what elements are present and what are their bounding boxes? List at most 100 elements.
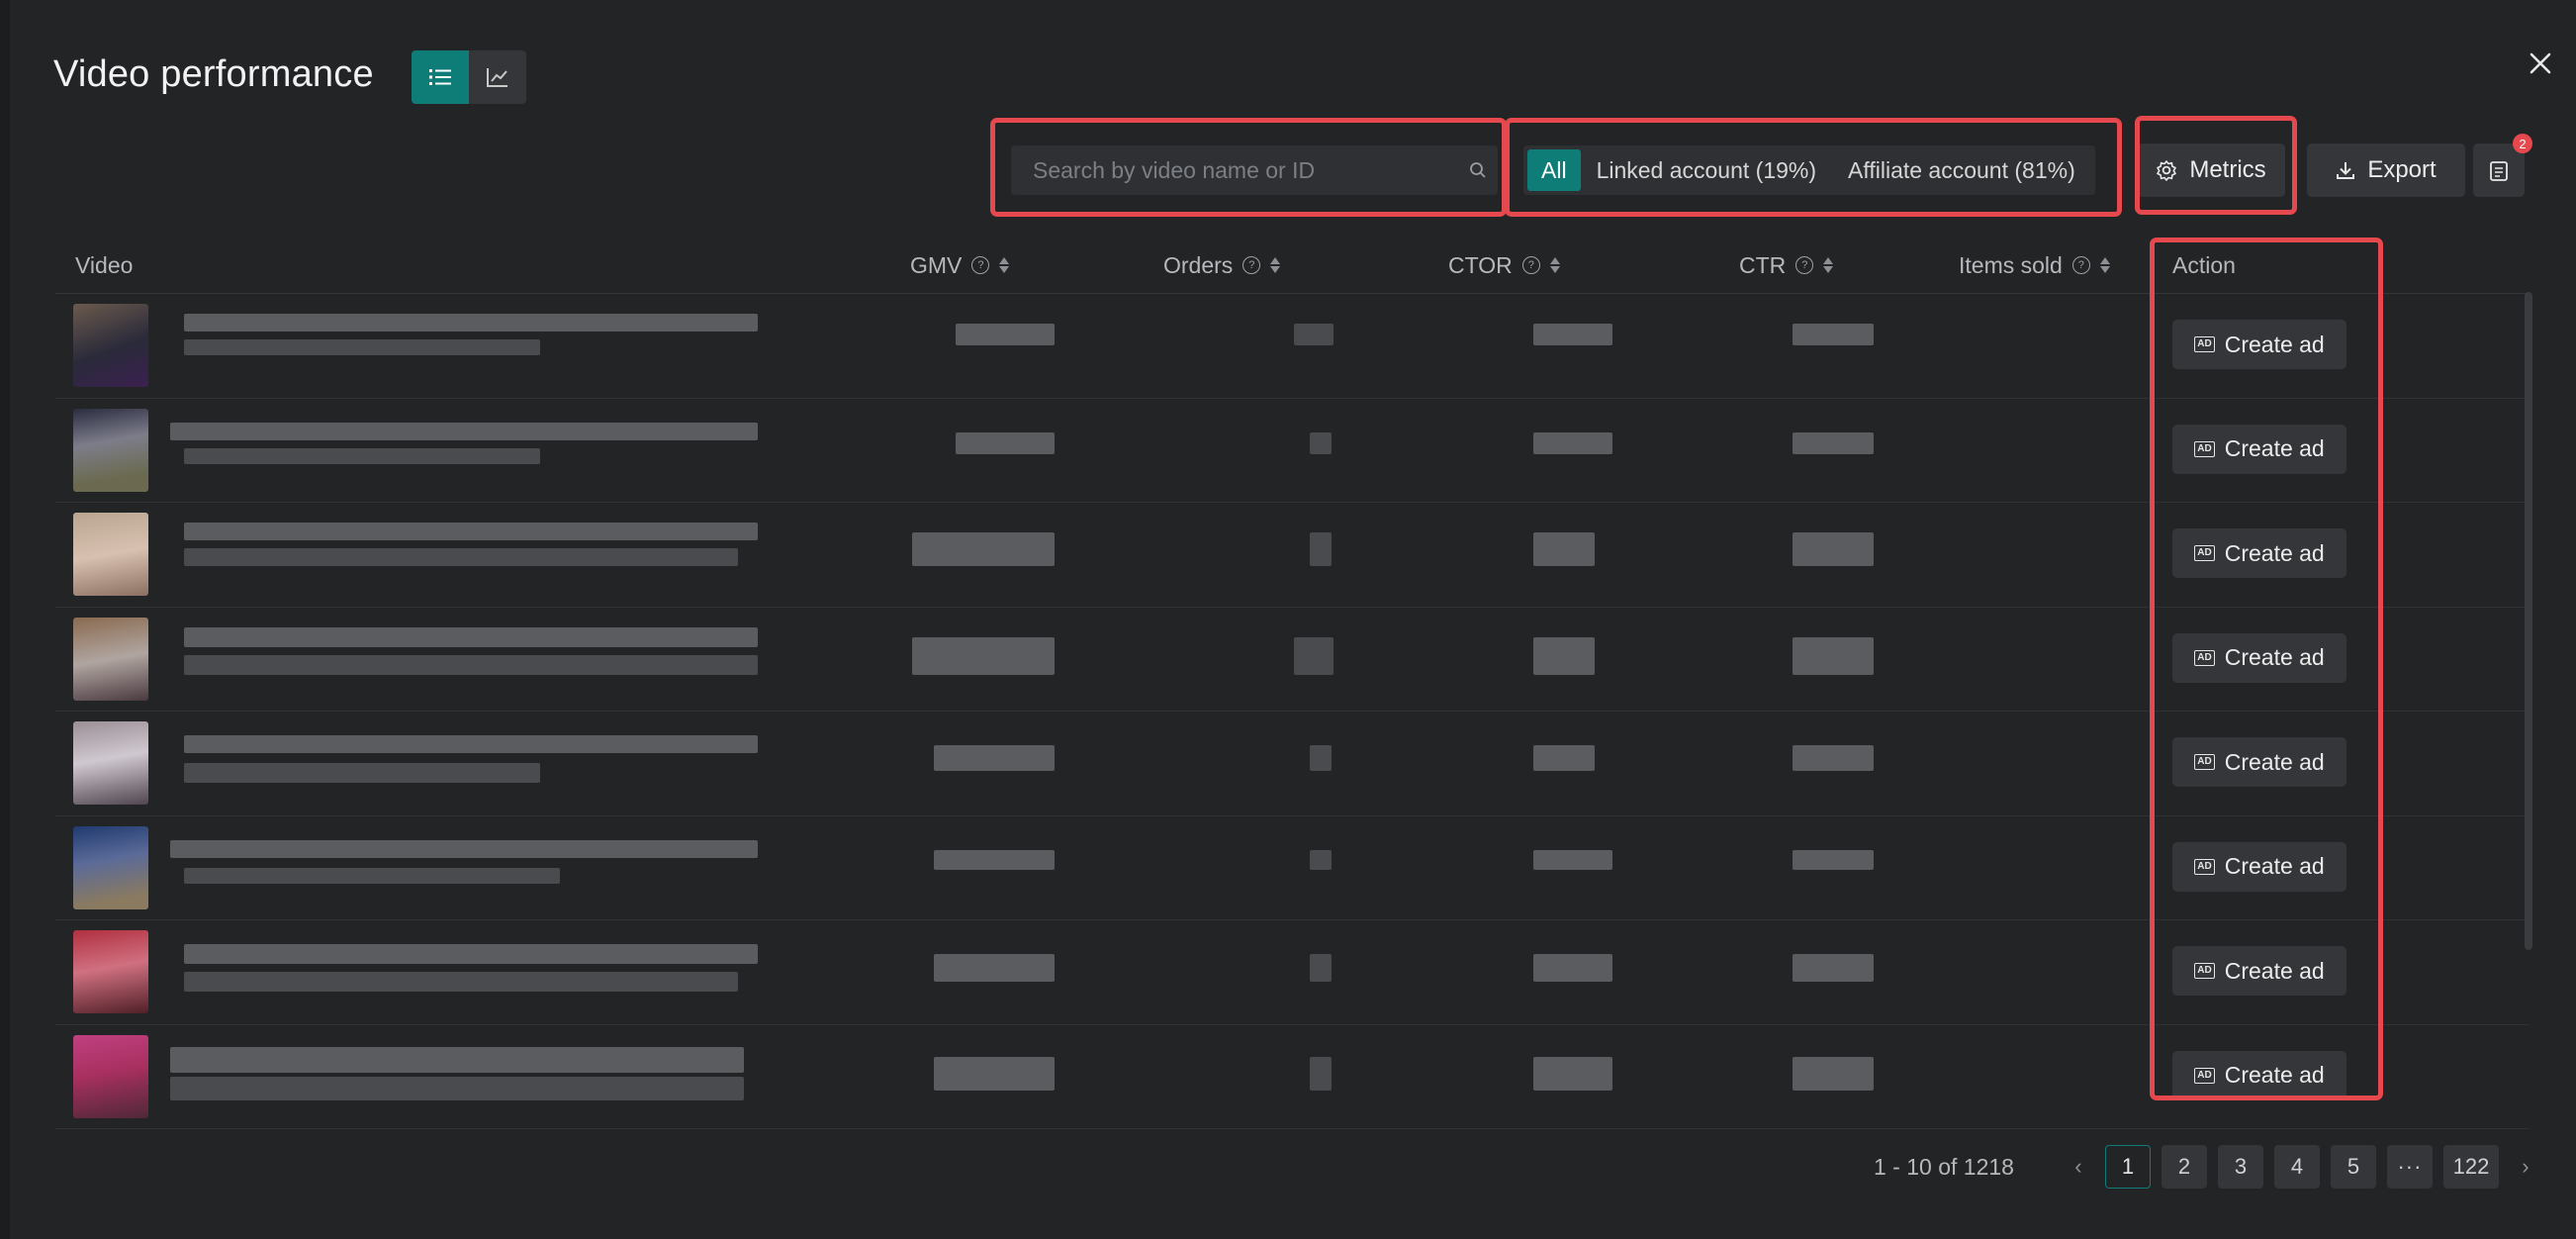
redacted-gmv <box>912 532 1055 566</box>
search-icon[interactable] <box>1458 161 1498 179</box>
redacted-ctor <box>1533 636 1595 675</box>
close-icon <box>2530 52 2551 74</box>
column-gmv[interactable]: GMV ? <box>910 238 1010 293</box>
help-icon[interactable]: ? <box>1795 256 1814 274</box>
help-icon[interactable]: ? <box>1242 256 1261 274</box>
video-thumbnail[interactable] <box>73 930 148 1013</box>
video-thumbnail[interactable] <box>73 1034 148 1118</box>
create-ad-button[interactable]: AD Create ad <box>2172 528 2346 578</box>
redacted-gmv <box>956 431 1055 454</box>
table-row[interactable]: AD Create ad <box>55 712 2529 816</box>
video-thumbnail[interactable] <box>73 304 148 387</box>
column-ctr[interactable]: CTR ? <box>1739 238 1834 293</box>
redacted-video-meta <box>184 654 758 675</box>
ad-icon: AD <box>2194 336 2215 352</box>
table-row[interactable]: AD Create ad <box>55 1025 2529 1129</box>
close-button[interactable] <box>2521 44 2560 83</box>
column-ctor[interactable]: CTOR ? <box>1448 238 1560 293</box>
create-ad-button[interactable]: AD Create ad <box>2172 424 2346 474</box>
pagination: 1 - 10 of 1218 ‹ 1 2 3 4 5 ··· 122 › <box>1874 1144 2541 1190</box>
table-row[interactable]: AD Create ad <box>55 294 2529 399</box>
table-row[interactable]: AD Create ad <box>55 920 2529 1025</box>
create-ad-label: Create ad <box>2224 853 2325 879</box>
video-thumbnail[interactable] <box>73 617 148 701</box>
create-ad-label: Create ad <box>2224 539 2325 566</box>
redacted-orders <box>1310 1056 1332 1091</box>
page-3[interactable]: 3 <box>2217 1145 2263 1189</box>
create-ad-button[interactable]: AD Create ad <box>2172 320 2346 369</box>
redacted-ctr <box>1793 849 1874 870</box>
task-list-button[interactable]: 2 <box>2473 134 2532 197</box>
video-thumbnail[interactable] <box>73 408 148 492</box>
filter-affiliate-account[interactable]: Affiliate account (81%) <box>1832 149 2091 191</box>
video-thumbnail[interactable] <box>73 721 148 805</box>
table-row[interactable]: AD Create ad <box>55 399 2529 503</box>
sort-icon[interactable] <box>1549 257 1560 273</box>
redacted-video-title <box>170 422 758 440</box>
sort-icon[interactable] <box>1270 257 1281 273</box>
sort-icon[interactable] <box>2099 257 2110 273</box>
list-view-button[interactable] <box>412 50 469 104</box>
create-ad-button[interactable]: AD Create ad <box>2172 841 2346 892</box>
redacted-video-title <box>184 314 758 332</box>
page-ellipsis[interactable]: ··· <box>2386 1145 2433 1189</box>
redacted-orders <box>1310 532 1332 566</box>
sort-icon[interactable] <box>1823 257 1834 273</box>
redacted-gmv <box>934 954 1055 982</box>
create-ad-button[interactable]: AD Create ad <box>2172 632 2346 683</box>
table-scrollbar[interactable] <box>2525 292 2532 950</box>
create-ad-label: Create ad <box>2224 435 2325 461</box>
table-body: AD Create ad AD Create ad AD Create ad A… <box>55 294 2529 1129</box>
redacted-video-title <box>170 1046 744 1073</box>
next-page-button[interactable]: › <box>2510 1145 2541 1189</box>
redacted-ctr <box>1793 954 1874 982</box>
create-ad-button[interactable]: AD Create ad <box>2172 946 2346 996</box>
help-icon[interactable]: ? <box>2071 256 2090 274</box>
redacted-ctr <box>1793 745 1874 771</box>
redacted-orders <box>1310 745 1332 771</box>
redacted-ctor <box>1533 745 1595 771</box>
page-2[interactable]: 2 <box>2161 1145 2207 1189</box>
line-chart-icon <box>487 68 507 87</box>
create-ad-button[interactable]: AD Create ad <box>2172 737 2346 787</box>
column-items-sold[interactable]: Items sold ? <box>1959 238 2110 293</box>
video-thumbnail[interactable] <box>73 825 148 909</box>
sort-icon[interactable] <box>999 257 1010 273</box>
redacted-orders <box>1310 954 1332 982</box>
redacted-ctr <box>1793 636 1874 675</box>
help-icon[interactable]: ? <box>971 256 990 274</box>
page-1[interactable]: 1 <box>2104 1145 2151 1189</box>
search-input[interactable] <box>1011 155 1458 185</box>
redacted-gmv <box>934 849 1055 870</box>
modal-title: Video performance <box>53 53 374 95</box>
filter-linked-account[interactable]: Linked account (19%) <box>1581 149 1832 191</box>
redacted-video-meta <box>184 548 738 566</box>
redacted-video-meta <box>184 972 738 992</box>
create-ad-label: Create ad <box>2224 1062 2325 1088</box>
column-orders[interactable]: Orders ? <box>1163 238 1281 293</box>
filter-all[interactable]: All <box>1527 149 1581 191</box>
redacted-ctor <box>1533 954 1612 982</box>
create-ad-button[interactable]: AD Create ad <box>2172 1050 2346 1100</box>
video-thumbnail[interactable] <box>73 513 148 596</box>
page-5[interactable]: 5 <box>2330 1145 2376 1189</box>
redacted-video-title <box>184 626 758 647</box>
redacted-gmv <box>934 1056 1055 1091</box>
table-header: Video GMV ? Orders ? CTOR ? CTR ? Items … <box>55 238 2529 294</box>
redacted-gmv <box>934 745 1055 771</box>
table-row[interactable]: AD Create ad <box>55 503 2529 608</box>
create-ad-label: Create ad <box>2224 644 2325 670</box>
chart-view-button[interactable] <box>469 50 526 104</box>
table-row[interactable]: AD Create ad <box>55 608 2529 712</box>
prev-page-button[interactable]: ‹ <box>2063 1145 2094 1189</box>
help-icon[interactable]: ? <box>1521 256 1540 274</box>
ad-icon: AD <box>2194 858 2215 875</box>
redacted-ctor <box>1533 1056 1612 1091</box>
export-button[interactable]: Export <box>2307 143 2465 197</box>
page-last[interactable]: 122 <box>2442 1145 2499 1189</box>
page-4[interactable]: 4 <box>2273 1145 2320 1189</box>
metrics-button[interactable]: Metrics <box>2137 143 2285 197</box>
redacted-ctor <box>1533 431 1612 454</box>
ad-icon: AD <box>2194 963 2215 979</box>
table-row[interactable]: AD Create ad <box>55 816 2529 920</box>
